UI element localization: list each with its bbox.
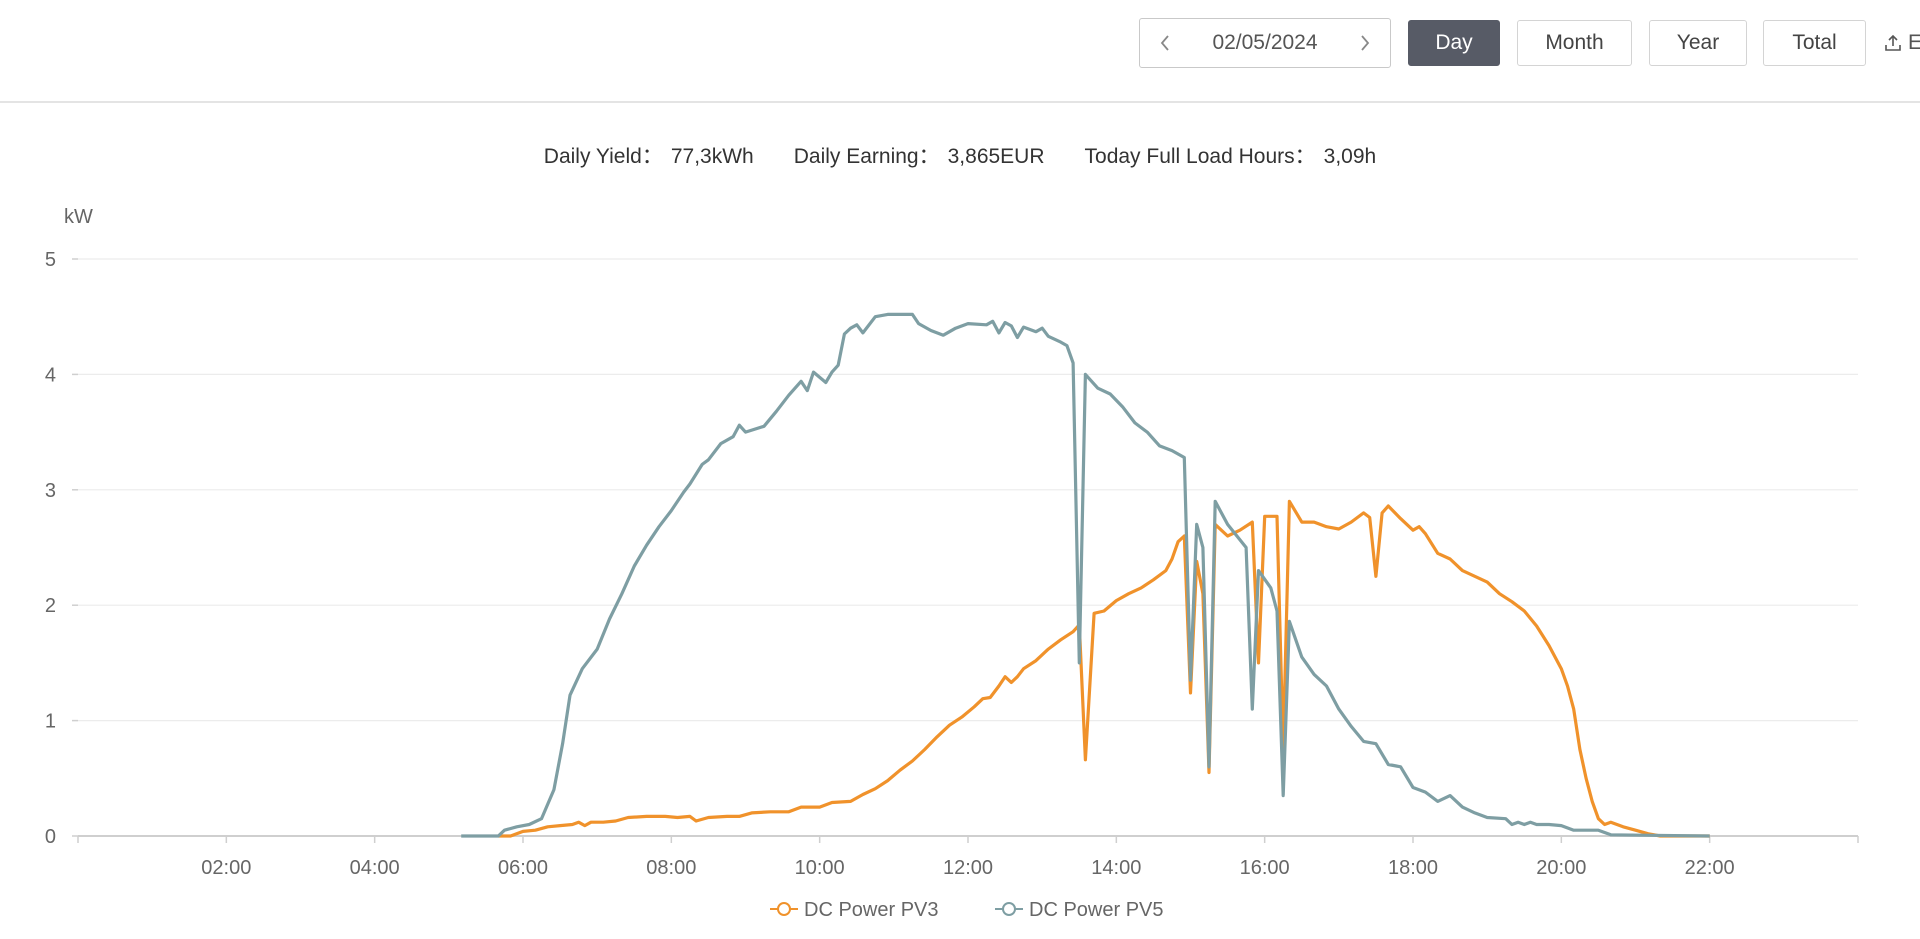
y-tick-label: 3 [45,480,56,502]
y-tick-label: 4 [45,364,56,386]
summary-bar: Daily Yield： 77,3kWh Daily Earning： 3,865E… [0,140,1920,170]
x-tick-label: 02:00 [201,857,251,879]
y-tick-label: 5 [45,249,56,271]
daily-earning-label: Daily Earning： [793,145,940,168]
export-button[interactable]: E [1884,28,1920,58]
full-load-hours: Today Full Load Hours： 3,09h [1085,140,1377,170]
chevron-left-icon[interactable] [1140,19,1190,66]
daily-yield-label: Daily Yield： [543,145,663,168]
date-value[interactable]: 02/05/2024 [1190,19,1340,66]
legend-label: DC Power PV5 [1029,899,1164,921]
x-tick-label: 14:00 [1091,857,1141,879]
daily-earning: Daily Earning： 3,865EUR [794,140,1045,170]
x-tick-label: 12:00 [943,857,993,879]
export-icon [1885,34,1901,51]
y-tick-label: 1 [45,711,56,733]
chevron-right-icon[interactable] [1340,19,1390,66]
y-tick-label: 2 [45,595,56,617]
total-button[interactable]: Total [1763,20,1866,66]
x-tick-label: 16:00 [1240,857,1290,879]
daily-earning-value: 3,865EUR [947,145,1045,168]
year-button[interactable]: Year [1649,20,1747,66]
daily-yield: Daily Yield： 77,3kWh [544,140,754,170]
full-load-label: Today Full Load Hours： [1084,145,1316,168]
series-line-pv3 [498,499,1710,838]
y-tick-label: 0 [45,826,56,848]
x-tick-label: 10:00 [795,857,845,879]
day-button[interactable]: Day [1408,20,1500,66]
full-load-value: 3,09h [1323,145,1377,168]
legend-marker-circle [1002,902,1016,916]
legend-label: DC Power PV3 [804,899,939,921]
x-tick-label: 22:00 [1685,857,1735,879]
month-button[interactable]: Month [1517,20,1632,66]
legend-marker-circle [777,902,791,916]
export-label: E [1908,31,1920,54]
x-tick-label: 08:00 [646,857,696,879]
daily-yield-value: 77,3kWh [670,145,754,168]
x-tick-label: 04:00 [350,857,400,879]
x-tick-label: 20:00 [1536,857,1586,879]
x-tick-label: 06:00 [498,857,548,879]
date-picker[interactable]: 02/05/2024 [1139,18,1391,68]
y-axis-unit-label: kW [64,206,93,228]
power-line-chart: kW 0 1 2 3 4 5 02:00 04:00 06:00 08:00 10:00 12:00 14… [45,206,1859,921]
x-tick-label: 18:00 [1388,857,1438,879]
toolbar: 02/05/2024 Day Month Year Total E [0,0,1920,103]
